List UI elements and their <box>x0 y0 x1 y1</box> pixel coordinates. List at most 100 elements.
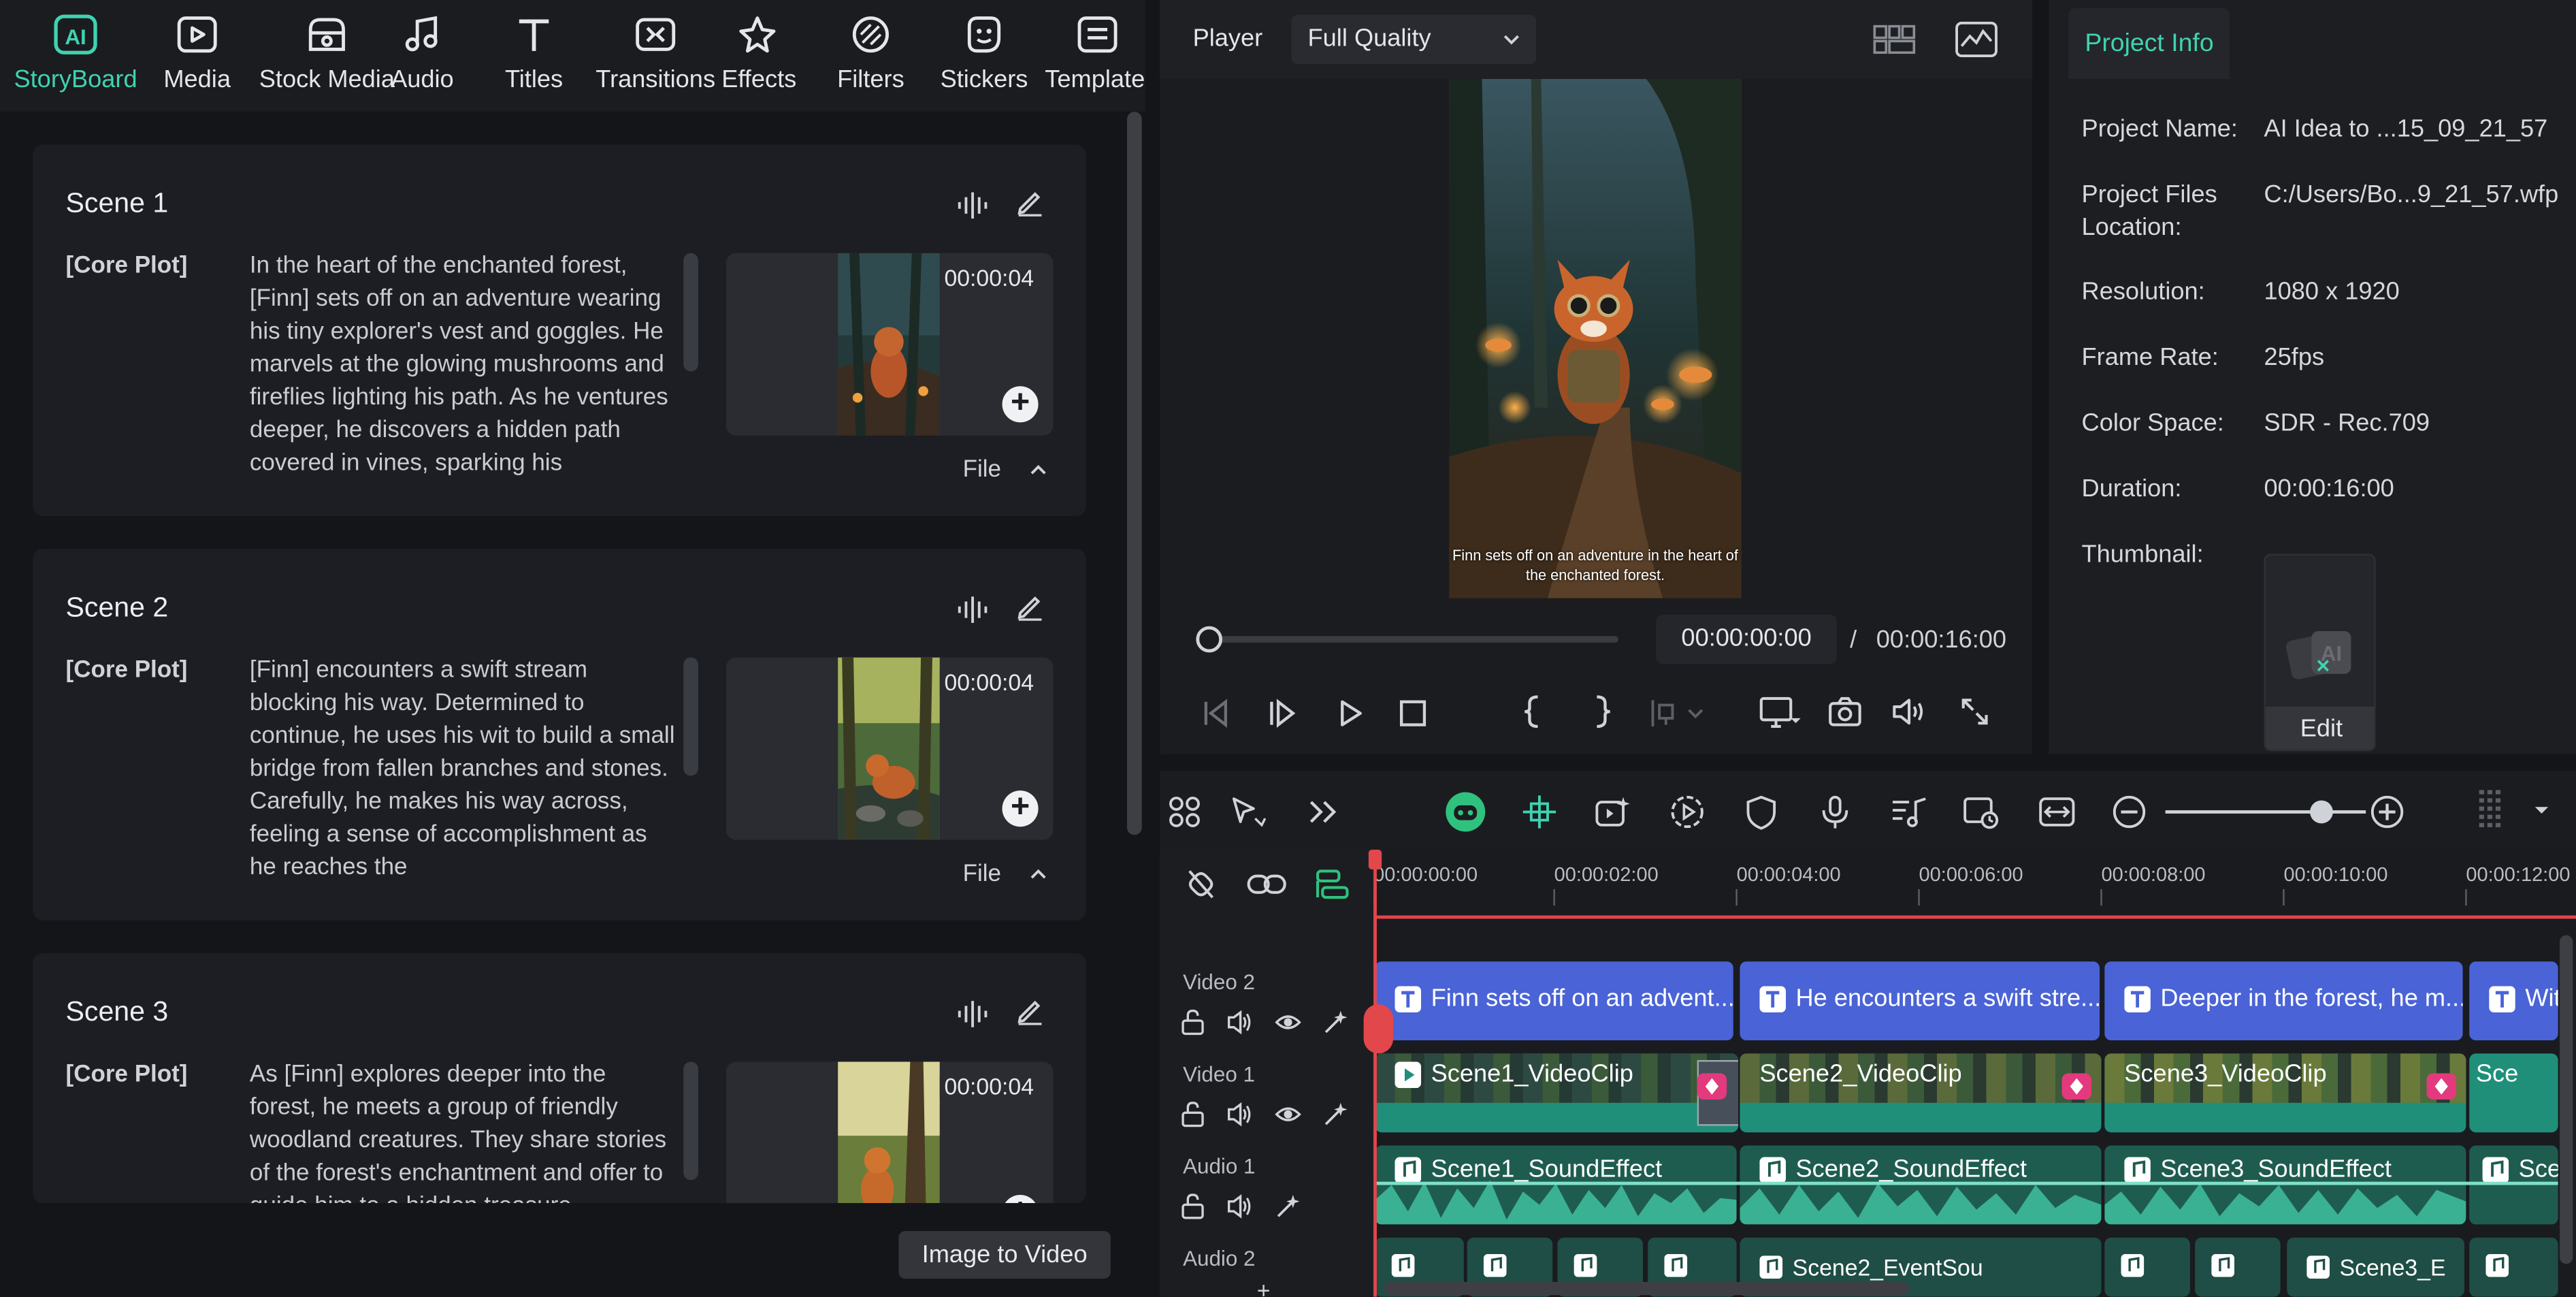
shield-mask-icon[interactable] <box>1743 794 1779 830</box>
tab-storyboard[interactable]: AI StoryBoard <box>13 0 137 112</box>
scene-script-text[interactable]: In the heart of the enchanted forest, [F… <box>250 250 677 483</box>
layout-grid-icon[interactable] <box>1167 794 1203 830</box>
text-scrollbar[interactable] <box>683 657 698 776</box>
tab-stock-media[interactable]: Stock Media <box>259 0 395 112</box>
ai-wand-icon[interactable] <box>1322 1009 1349 1036</box>
waveform-monitor-icon[interactable] <box>1955 21 1998 58</box>
render-preview-icon[interactable] <box>1961 794 2001 830</box>
storyboard-scrollbar[interactable] <box>1127 112 1142 835</box>
current-timecode[interactable]: 00:00:00:00 <box>1656 614 1837 664</box>
video-clip[interactable]: Scene3_VideoClip <box>2104 1053 2466 1133</box>
grid-view-icon[interactable] <box>1873 23 1916 56</box>
quality-dropdown[interactable]: Full Quality <box>1291 14 1537 65</box>
voice-waveform-icon[interactable] <box>956 999 989 1029</box>
title-clip[interactable]: Finn sets off on an advent... <box>1375 961 1733 1041</box>
audio-clip-small[interactable] <box>2469 1237 2558 1297</box>
title-clip[interactable]: Deeper in the forest, he m... <box>2104 961 2463 1041</box>
audio-clip-small[interactable] <box>2195 1237 2281 1297</box>
add-media-button[interactable]: + <box>1002 790 1039 827</box>
mute-speaker-icon[interactable] <box>1227 1101 1254 1127</box>
lock-icon[interactable] <box>1179 1009 1206 1036</box>
unlink-icon[interactable] <box>1183 866 1219 902</box>
tab-transitions[interactable]: Transitions <box>595 0 717 112</box>
tab-templates[interactable]: Template <box>1045 0 1145 112</box>
timeline-ruler[interactable]: 00:00:00:00 00:00:02:00 00:00:04:00 00:0… <box>1373 850 2576 919</box>
scene-marker-icon[interactable] <box>1363 1004 1394 1054</box>
ai-wand-icon[interactable] <box>1275 1194 1301 1220</box>
tab-stickers[interactable]: Stickers <box>936 0 1032 112</box>
ai-wand-icon[interactable] <box>1322 1101 1349 1127</box>
text-scrollbar[interactable] <box>683 1061 698 1181</box>
chevron-up-icon[interactable] <box>1028 462 1048 478</box>
stop-icon[interactable] <box>1398 699 1427 728</box>
zoom-slider-track[interactable] <box>2165 810 2366 814</box>
tab-media[interactable]: Media <box>151 0 243 112</box>
timeline-vertical-scrollbar[interactable] <box>2560 935 2573 1264</box>
zoom-out-icon[interactable] <box>2111 794 2147 830</box>
voice-waveform-icon[interactable] <box>956 191 989 220</box>
scene-script-text[interactable]: As [Finn] explores deeper into the fores… <box>250 1059 677 1203</box>
ai-clip-icon[interactable] <box>1594 794 1633 830</box>
transition-diamond-icon[interactable] <box>2425 1072 2458 1101</box>
lock-icon[interactable] <box>1179 1101 1206 1127</box>
volume-icon[interactable] <box>1891 695 1927 728</box>
zoom-slider-handle[interactable] <box>2310 800 2334 824</box>
scene-thumbnail[interactable]: 00:00:04 + <box>725 1061 1054 1204</box>
voice-waveform-icon[interactable] <box>956 595 989 624</box>
mute-speaker-icon[interactable] <box>1227 1194 1254 1220</box>
more-chevrons-icon[interactable] <box>1306 794 1339 830</box>
tab-titles[interactable]: Titles <box>493 0 575 112</box>
playback-scrubber-handle[interactable] <box>1196 626 1223 653</box>
video-clip[interactable]: Sce <box>2469 1053 2558 1133</box>
edit-pencil-icon[interactable] <box>1015 592 1045 621</box>
link-icon[interactable] <box>1245 866 1288 902</box>
video-clip[interactable]: Scene2_VideoClip <box>1740 1053 2102 1133</box>
mute-speaker-icon[interactable] <box>1227 1009 1254 1036</box>
transition-diamond-icon[interactable] <box>2060 1072 2093 1101</box>
speed-ramp-icon[interactable] <box>1669 794 1706 830</box>
add-track-icon[interactable]: + <box>1257 1277 1271 1297</box>
scene-thumbnail[interactable]: 00:00:04 + <box>725 657 1054 840</box>
track-height-icon[interactable] <box>2474 787 2507 833</box>
fit-timeline-icon[interactable] <box>2037 794 2076 830</box>
project-thumbnail[interactable]: AI Edit <box>2264 554 2376 752</box>
text-scrollbar[interactable] <box>683 253 698 372</box>
playhead-line[interactable] <box>1373 852 1377 1297</box>
add-media-button[interactable]: + <box>1002 385 1039 423</box>
select-pointer-icon[interactable] <box>1229 794 1269 830</box>
add-media-button[interactable]: + <box>1002 1194 1039 1204</box>
lock-icon[interactable] <box>1179 1194 1206 1220</box>
playhead-handle[interactable] <box>1368 850 1382 870</box>
image-to-video-button[interactable]: Image to Video <box>898 1231 1111 1279</box>
audio-clip-small[interactable] <box>2104 1237 2190 1297</box>
video-clip[interactable]: Scene1_VideoClip <box>1375 1053 1739 1133</box>
magnetic-track-icon[interactable] <box>1314 866 1350 902</box>
video-preview[interactable]: Finn sets off on an adventure in the hea… <box>1449 78 1742 598</box>
title-clip[interactable]: Wit <box>2469 961 2558 1041</box>
visibility-eye-icon[interactable] <box>1275 1101 1301 1127</box>
mark-out-icon[interactable] <box>1591 694 1614 730</box>
display-monitor-icon[interactable] <box>1758 695 1801 731</box>
tab-filters[interactable]: Filters <box>830 0 912 112</box>
visibility-eye-icon[interactable] <box>1275 1009 1301 1036</box>
tab-effects[interactable]: Effects <box>719 0 798 112</box>
snapshot-camera-icon[interactable] <box>1827 695 1863 728</box>
scene-thumbnail[interactable]: 00:00:04 + <box>725 253 1054 436</box>
mark-in-icon[interactable] <box>1521 694 1544 730</box>
zoom-in-icon[interactable] <box>2369 794 2405 830</box>
ai-mate-icon[interactable] <box>1444 790 1487 833</box>
edit-pencil-icon[interactable] <box>1015 187 1045 217</box>
file-label[interactable]: File <box>963 861 1001 888</box>
file-label[interactable]: File <box>963 457 1001 483</box>
dropdown-caret-icon[interactable] <box>2533 803 2549 816</box>
edit-pencil-icon[interactable] <box>1015 996 1045 1025</box>
timeline-horizontal-scrollbar[interactable] <box>1383 1281 1910 1296</box>
transition-diamond-icon[interactable] <box>1695 1072 1728 1101</box>
playback-scrubber-track[interactable] <box>1209 636 1618 643</box>
edit-thumbnail-button[interactable]: Edit <box>2265 707 2375 750</box>
previous-frame-icon[interactable] <box>1199 697 1232 730</box>
tab-project-info[interactable]: Project Info <box>2068 8 2230 79</box>
audio-clip[interactable]: Scene3_E <box>2287 1237 2464 1297</box>
audio-volume-line[interactable] <box>1375 1181 2558 1185</box>
chevron-up-icon[interactable] <box>1028 866 1048 882</box>
